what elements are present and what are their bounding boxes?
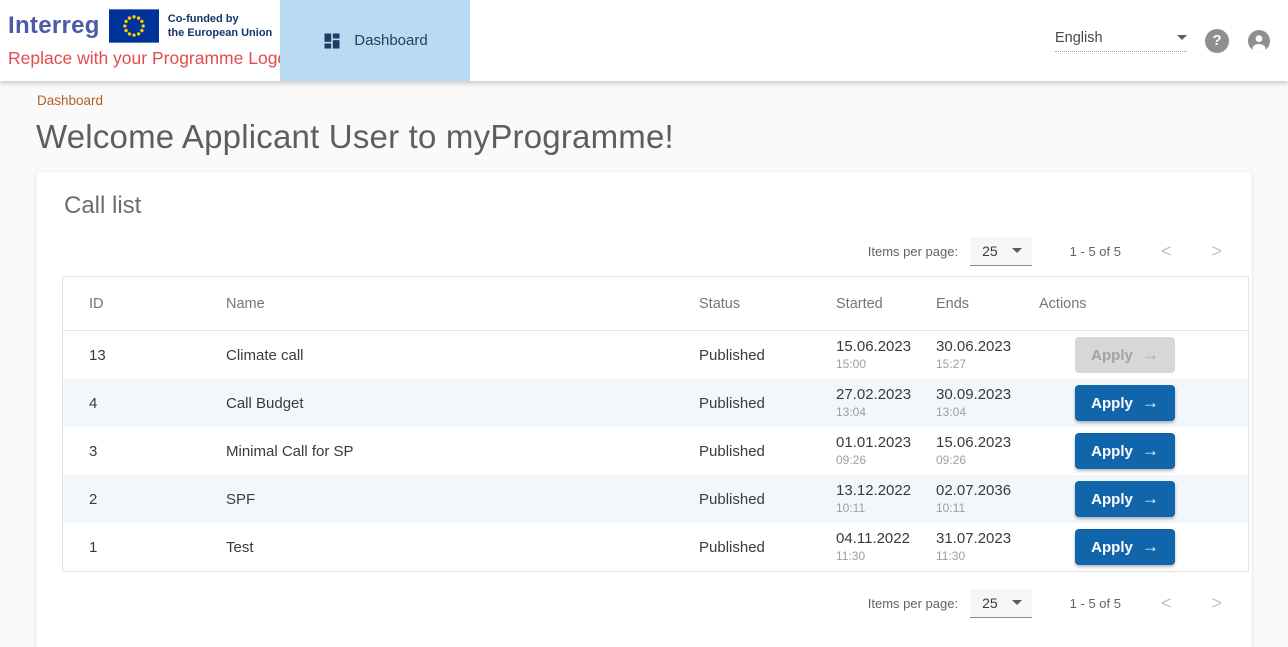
eu-flag-icon (109, 9, 159, 43)
cell-ends: 15.06.2023 09:26 (910, 434, 1013, 467)
cell-id: 2 (63, 491, 200, 508)
cell-actions: Apply → (1013, 385, 1248, 421)
items-per-page-value: 25 (982, 243, 998, 259)
apply-button[interactable]: Apply → (1075, 529, 1175, 565)
arrow-right-icon: → (1142, 489, 1159, 509)
call-table-header: ID Name Status Started Ends Actions (63, 277, 1248, 331)
cell-actions: Apply → (1013, 481, 1248, 517)
table-row: 4 Call Budget Published 27.02.2023 13:04… (63, 379, 1248, 427)
chevron-down-icon (1177, 35, 1187, 40)
tab-dashboard[interactable]: Dashboard (280, 0, 470, 81)
col-ends: Ends (910, 296, 1013, 312)
cell-actions: Apply → (1013, 529, 1248, 565)
interreg-brand-text: Interreg (8, 12, 100, 40)
apply-button[interactable]: Apply → (1075, 433, 1175, 469)
page-range-label: 1 - 5 of 5 (1070, 596, 1121, 611)
arrow-right-icon: → (1142, 393, 1159, 413)
cell-id: 3 (63, 443, 200, 460)
cell-started: 13.12.2022 10:11 (810, 482, 910, 515)
arrow-right-icon: → (1142, 441, 1159, 461)
arrow-right-icon: → (1142, 345, 1159, 365)
cell-id: 1 (63, 539, 200, 556)
cell-actions: Apply → (1013, 337, 1248, 373)
cofunded-text: Co-funded by the European Union (168, 12, 273, 41)
page-title: Welcome Applicant User to myProgramme! (36, 118, 1288, 156)
help-icon[interactable]: ? (1205, 29, 1229, 53)
dashboard-icon (322, 31, 342, 51)
cell-ends: 30.09.2023 13:04 (910, 386, 1013, 419)
col-name: Name (200, 296, 673, 312)
chevron-down-icon (1012, 600, 1022, 605)
cell-actions: Apply → (1013, 433, 1248, 469)
items-per-page-label: Items per page: (868, 244, 958, 259)
cell-status: Published (673, 491, 810, 508)
table-row: 2 SPF Published 13.12.2022 10:11 02.07.2… (63, 475, 1248, 523)
paginator-bottom: Items per page: 25 1 - 5 of 5 < > (36, 582, 1252, 624)
cell-started: 27.02.2023 13:04 (810, 386, 910, 419)
call-list-title: Call list (64, 192, 1252, 220)
cell-status: Published (673, 347, 810, 364)
cell-status: Published (673, 443, 810, 460)
interreg-logo: Interreg Co-funded by the European Union… (0, 0, 280, 81)
cell-name: Call Budget (200, 395, 673, 412)
programme-logo-placeholder: Replace with your Programme Logo (8, 48, 276, 69)
col-status: Status (673, 296, 810, 312)
cell-started: 01.01.2023 09:26 (810, 434, 910, 467)
paginator-top: Items per page: 25 1 - 5 of 5 < > (36, 230, 1252, 272)
table-row: 1 Test Published 04.11.2022 11:30 31.07.… (63, 523, 1248, 571)
cell-status: Published (673, 395, 810, 412)
col-started: Started (810, 296, 910, 312)
cell-name: SPF (200, 491, 673, 508)
chevron-right-icon[interactable]: > (1211, 242, 1222, 260)
apply-button[interactable]: Apply → (1075, 385, 1175, 421)
cell-started: 04.11.2022 11:30 (810, 530, 910, 563)
cell-id: 4 (63, 395, 200, 412)
cell-ends: 30.06.2023 15:27 (910, 338, 1013, 371)
cell-ends: 02.07.2036 10:11 (910, 482, 1013, 515)
call-table: ID Name Status Started Ends Actions 13 C… (62, 276, 1249, 572)
call-list-card: Call list Items per page: 25 1 - 5 of 5 … (36, 172, 1252, 647)
cell-status: Published (673, 539, 810, 556)
items-per-page-select[interactable]: 25 (970, 589, 1032, 618)
apply-button[interactable]: Apply → (1075, 481, 1175, 517)
language-select-value: English (1055, 30, 1103, 46)
items-per-page-label: Items per page: (868, 596, 958, 611)
cell-name: Minimal Call for SP (200, 443, 673, 460)
table-row: 3 Minimal Call for SP Published 01.01.20… (63, 427, 1248, 475)
chevron-left-icon[interactable]: < (1161, 594, 1172, 612)
account-icon[interactable] (1247, 29, 1271, 53)
chevron-right-icon[interactable]: > (1211, 594, 1222, 612)
apply-button: Apply → (1075, 337, 1175, 373)
cell-started: 15.06.2023 15:00 (810, 338, 910, 371)
app-header: Interreg Co-funded by the European Union… (0, 0, 1288, 81)
tab-dashboard-label: Dashboard (354, 32, 427, 49)
chevron-left-icon[interactable]: < (1161, 242, 1172, 260)
header-controls: English ? (1055, 0, 1288, 81)
items-per-page-select[interactable]: 25 (970, 237, 1032, 266)
cell-id: 13 (63, 347, 200, 364)
page-range-label: 1 - 5 of 5 (1070, 244, 1121, 259)
language-select[interactable]: English (1055, 30, 1187, 52)
table-row: 13 Climate call Published 15.06.2023 15:… (63, 331, 1248, 379)
cell-name: Test (200, 539, 673, 556)
call-table-body: 13 Climate call Published 15.06.2023 15:… (63, 331, 1248, 571)
cell-name: Climate call (200, 347, 673, 364)
items-per-page-value: 25 (982, 595, 998, 611)
cell-ends: 31.07.2023 11:30 (910, 530, 1013, 563)
arrow-right-icon: → (1142, 537, 1159, 557)
col-actions: Actions (1013, 296, 1248, 312)
breadcrumb[interactable]: Dashboard (37, 93, 103, 108)
chevron-down-icon (1012, 248, 1022, 253)
col-id: ID (63, 296, 200, 312)
